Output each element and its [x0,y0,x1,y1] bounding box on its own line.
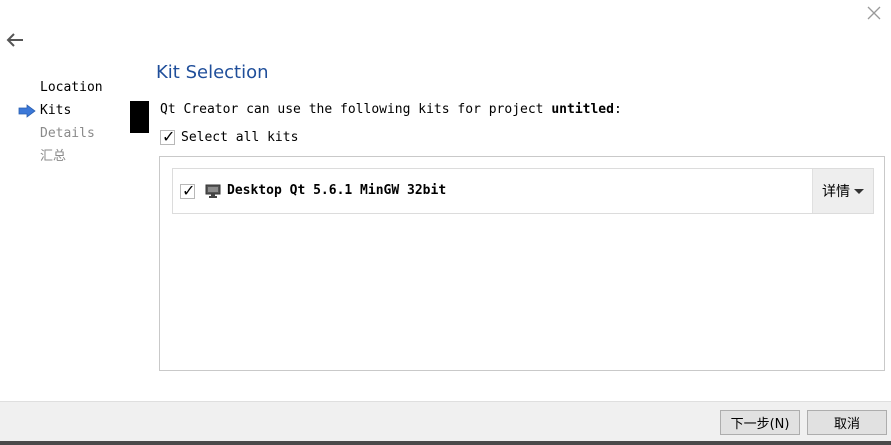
step-summary: 汇总 [18,148,103,171]
wizard-steps: Location Kits Details 汇总 [18,79,103,171]
select-all-kits[interactable]: ✓ Select all kits [160,127,299,146]
kit-checkbox[interactable]: ✓ [180,181,196,200]
checkmark-icon: ✓ [162,127,176,146]
step-label: Kits [40,103,72,118]
current-step-arrow-icon [18,104,36,118]
select-all-checkbox[interactable]: ✓ [160,127,176,146]
step-label: Location [40,80,103,95]
step-location: Location [18,79,103,102]
next-button[interactable]: 下一步(N) [720,410,800,435]
kits-list: ✓ Desktop Qt 5.6.1 MinGW 32bit 详情 [159,156,885,371]
monitor-icon [205,184,221,198]
checkmark-icon: ✓ [182,181,196,200]
kit-row[interactable]: ✓ Desktop Qt 5.6.1 MinGW 32bit 详情 [172,168,874,214]
step-details: Details [18,125,103,148]
select-all-label: Select all kits [181,130,299,145]
description-suffix: : [613,102,622,117]
step-label: 汇总 [40,149,67,164]
kits-description: Qt Creator can use the following kits fo… [160,102,622,117]
project-name: untitled [551,102,614,117]
close-icon[interactable] [866,5,882,21]
details-label: 详情 [822,184,850,200]
cancel-button[interactable]: 取消 [807,410,887,435]
description-prefix: Qt Creator can use the following kits fo… [160,102,552,117]
taskbar-edge [0,441,891,445]
kit-name: Desktop Qt 5.6.1 MinGW 32bit [227,183,447,198]
step-kits: Kits [18,102,103,125]
back-arrow-icon[interactable] [5,31,25,49]
dialog-footer: 下一步(N) 取消 [0,401,891,445]
redaction-block [130,101,149,133]
page-title: Kit Selection [156,62,269,83]
chevron-down-icon [854,188,864,194]
kit-details-button[interactable]: 详情 [812,169,873,213]
step-label: Details [40,126,95,141]
